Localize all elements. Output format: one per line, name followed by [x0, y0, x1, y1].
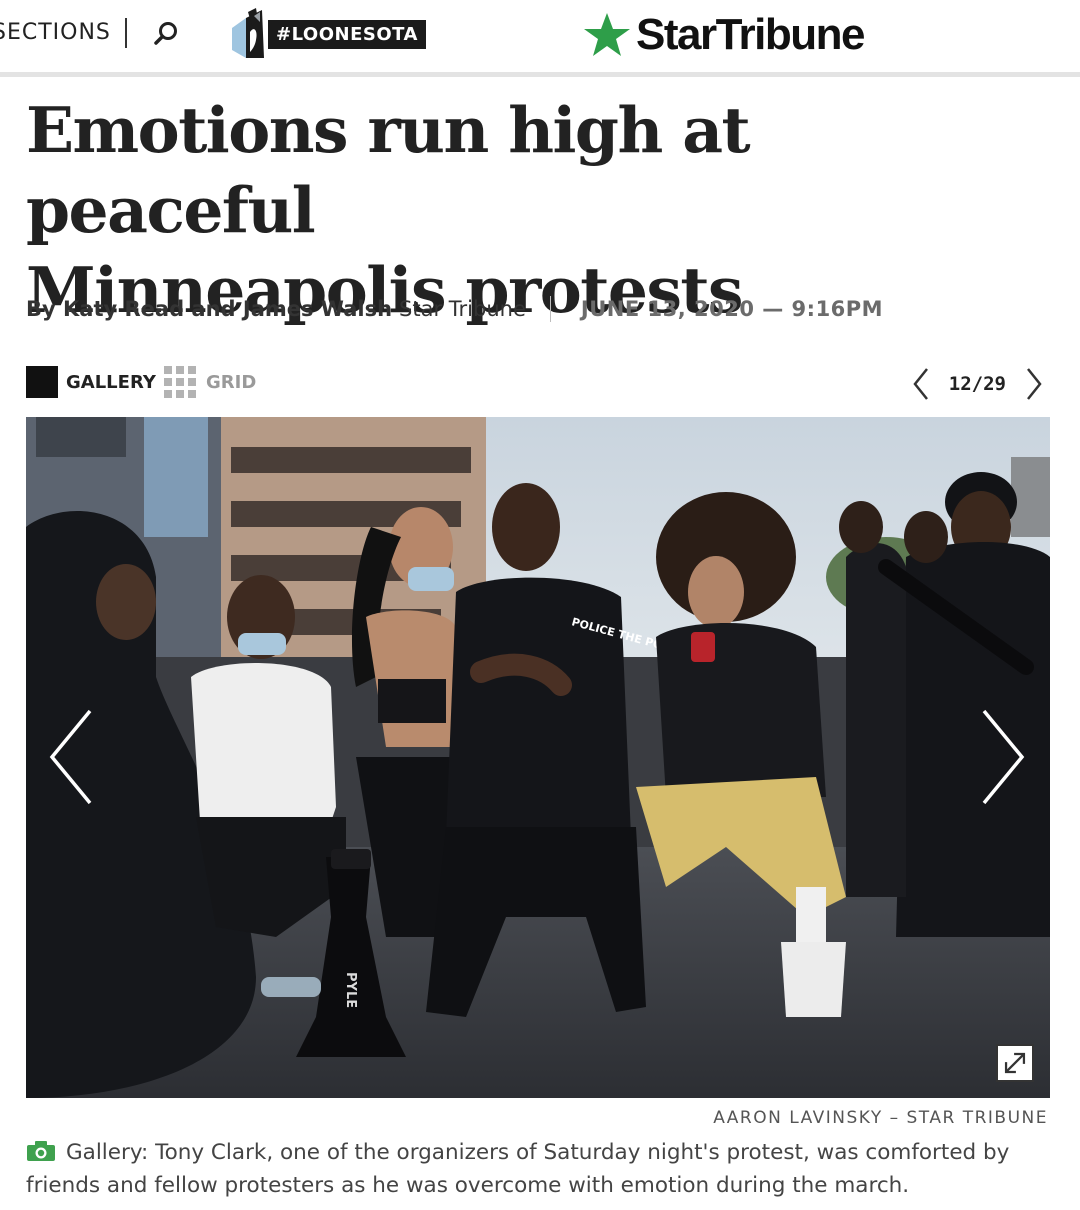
gallery-view-icon: [26, 366, 58, 398]
star-logo-icon: [584, 13, 630, 56]
gallery-photo[interactable]: POLICE THE POLICE PYLE: [26, 417, 1050, 1098]
startribune-home-link[interactable]: StarTribune: [582, 10, 866, 60]
top-navigation: SECTIONS #LOONESOTA StarTribune: [0, 0, 1080, 77]
megaphone-brand: PYLE: [343, 972, 358, 1008]
article-byline: By Katy Read and James Walsh Star Tribun…: [26, 296, 883, 322]
grid-view-label: GRID: [206, 371, 257, 393]
protest-photo-illustration: POLICE THE POLICE PYLE: [26, 417, 1050, 1098]
photo-caption: Gallery: Tony Clark, one of the organize…: [26, 1136, 1036, 1202]
gallery-counter: 12/29: [948, 373, 1006, 395]
loonesota-promo-link[interactable]: #LOONESOTA: [230, 6, 426, 62]
next-photo-chevron-icon[interactable]: [1022, 366, 1046, 402]
previous-photo-chevron-icon[interactable]: [909, 366, 933, 402]
grid-view-icon: [164, 366, 196, 398]
startribune-wordmark: StarTribune: [636, 10, 866, 59]
photo-caption-text: Gallery: Tony Clark, one of the organize…: [26, 1140, 1010, 1198]
gallery-view-label: GALLERY: [66, 371, 156, 393]
sections-menu-button[interactable]: SECTIONS: [0, 20, 111, 45]
header-divider: [0, 72, 1080, 77]
camera-icon: [27, 1141, 55, 1161]
search-icon[interactable]: [152, 20, 180, 48]
headline-line-1: Emotions run high at peaceful: [26, 93, 751, 247]
byline-authors[interactable]: By Katy Read and James Walsh: [26, 297, 392, 321]
gallery-pager: 12/29: [909, 366, 1046, 402]
minnesota-united-logo-icon: [232, 8, 264, 58]
grid-view-tab[interactable]: GRID: [164, 366, 256, 398]
nav-divider: [125, 18, 127, 48]
byline-outlet: Star Tribune: [399, 297, 526, 321]
expand-photo-icon[interactable]: [996, 1044, 1034, 1082]
photo-credit: AARON LAVINSKY – STAR TRIBUNE: [713, 1108, 1048, 1128]
photo-next-arrow-icon[interactable]: [976, 707, 1028, 807]
gallery-view-tab[interactable]: GALLERY: [26, 366, 156, 398]
loonesota-badge: #LOONESOTA: [268, 19, 426, 49]
article-headline: Emotions run high at peaceful Minneapoli…: [26, 90, 1026, 330]
article-dateline: JUNE 13, 2020 — 9:16PM: [580, 297, 884, 321]
photo-previous-arrow-icon[interactable]: [46, 707, 98, 807]
byline-divider: [549, 296, 551, 322]
